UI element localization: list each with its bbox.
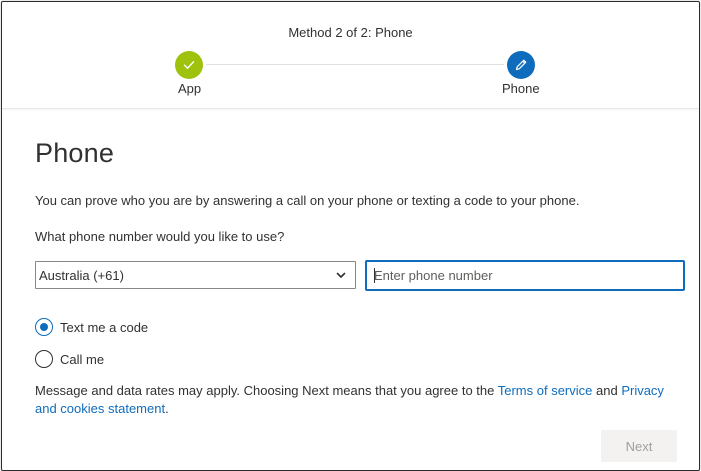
step-connector <box>206 64 504 65</box>
method-title: Method 2 of 2: Phone <box>288 25 413 40</box>
rates-disclaimer: Message and data rates may apply. Choosi… <box>35 382 680 418</box>
terms-of-service-link[interactable]: Terms of service <box>498 383 593 398</box>
page-title: Phone <box>35 138 115 168</box>
next-button[interactable]: Next <box>601 430 677 462</box>
disclaimer-suffix: . <box>165 401 169 416</box>
phone-question: What phone number would you like to use? <box>35 229 285 244</box>
pencil-icon <box>515 59 527 71</box>
text-me-label: Text me a code <box>60 319 149 335</box>
country-code-value: Australia (+61) <box>39 267 124 283</box>
chevron-down-icon <box>336 272 346 278</box>
text-cursor <box>374 268 375 283</box>
option-call-me[interactable]: Call me <box>35 350 104 368</box>
step-phone-label: Phone <box>502 81 540 96</box>
check-icon <box>183 61 195 69</box>
step-app-indicator <box>175 51 203 79</box>
setup-dialog: Method 2 of 2: Phone App Phone Phone You… <box>1 1 700 471</box>
method-description: You can prove who you are by answering a… <box>35 193 580 208</box>
phone-number-input[interactable] <box>365 260 685 291</box>
option-text-me-a-code[interactable]: Text me a code <box>35 318 148 336</box>
call-me-label: Call me <box>60 351 105 367</box>
text-me-radio[interactable] <box>35 318 53 336</box>
step-phone-indicator <box>507 51 535 79</box>
country-code-select[interactable]: Australia (+61) <box>35 261 356 289</box>
progress-header: Method 2 of 2: Phone App Phone <box>2 2 699 109</box>
step-app-label: App <box>178 81 202 96</box>
call-me-radio[interactable] <box>35 350 53 368</box>
disclaimer-middle: and <box>592 383 622 398</box>
disclaimer-prefix: Message and data rates may apply. Choosi… <box>35 383 498 398</box>
